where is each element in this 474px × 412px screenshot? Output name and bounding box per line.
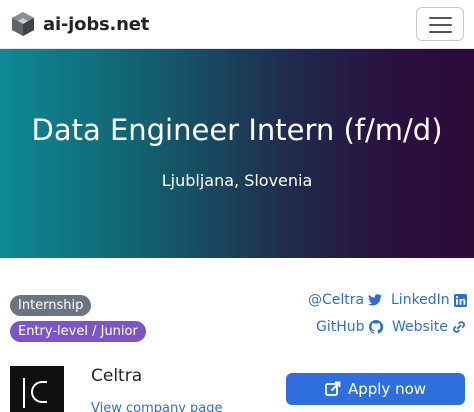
apply-now-label: Apply now	[347, 380, 427, 398]
apply-now-button[interactable]: Apply now	[286, 373, 465, 405]
brand-link[interactable]: ai-jobs.net	[10, 11, 149, 37]
company-logo[interactable]	[10, 366, 64, 412]
twitter-icon	[368, 294, 383, 306]
company-name: Celtra	[91, 366, 143, 386]
twitter-link[interactable]: @Celtra	[308, 292, 383, 308]
external-edit-icon	[325, 381, 341, 396]
job-hero-banner: Data Engineer Intern (f/m/d) Ljubljana, …	[0, 49, 474, 258]
linkedin-label: LinkedIn	[391, 292, 450, 308]
brand-name: ai-jobs.net	[43, 13, 150, 35]
experience-level-badge[interactable]: Entry-level / Junior	[10, 321, 146, 342]
job-type-badge[interactable]: Internship	[10, 295, 92, 316]
ai-jobs-logo-icon	[12, 12, 34, 36]
github-label: GitHub	[316, 319, 365, 335]
link-icon	[452, 321, 465, 333]
website-label: Website	[392, 319, 448, 335]
job-location: Ljubljana, Slovenia	[161, 171, 313, 190]
github-icon	[368, 320, 383, 334]
twitter-label: @Celtra	[308, 292, 365, 308]
website-link[interactable]: Website	[392, 319, 466, 335]
job-title: Data Engineer Intern (f/m/d)	[31, 113, 443, 147]
hamburger-menu-button[interactable]	[416, 7, 464, 41]
hamburger-menu-icon	[429, 17, 452, 19]
linkedin-icon	[453, 293, 467, 307]
view-company-page-link[interactable]: View company page	[91, 401, 223, 412]
linkedin-link[interactable]: LinkedIn	[391, 292, 467, 308]
navbar: ai-jobs.net	[0, 0, 474, 49]
github-link[interactable]: GitHub	[316, 319, 383, 335]
